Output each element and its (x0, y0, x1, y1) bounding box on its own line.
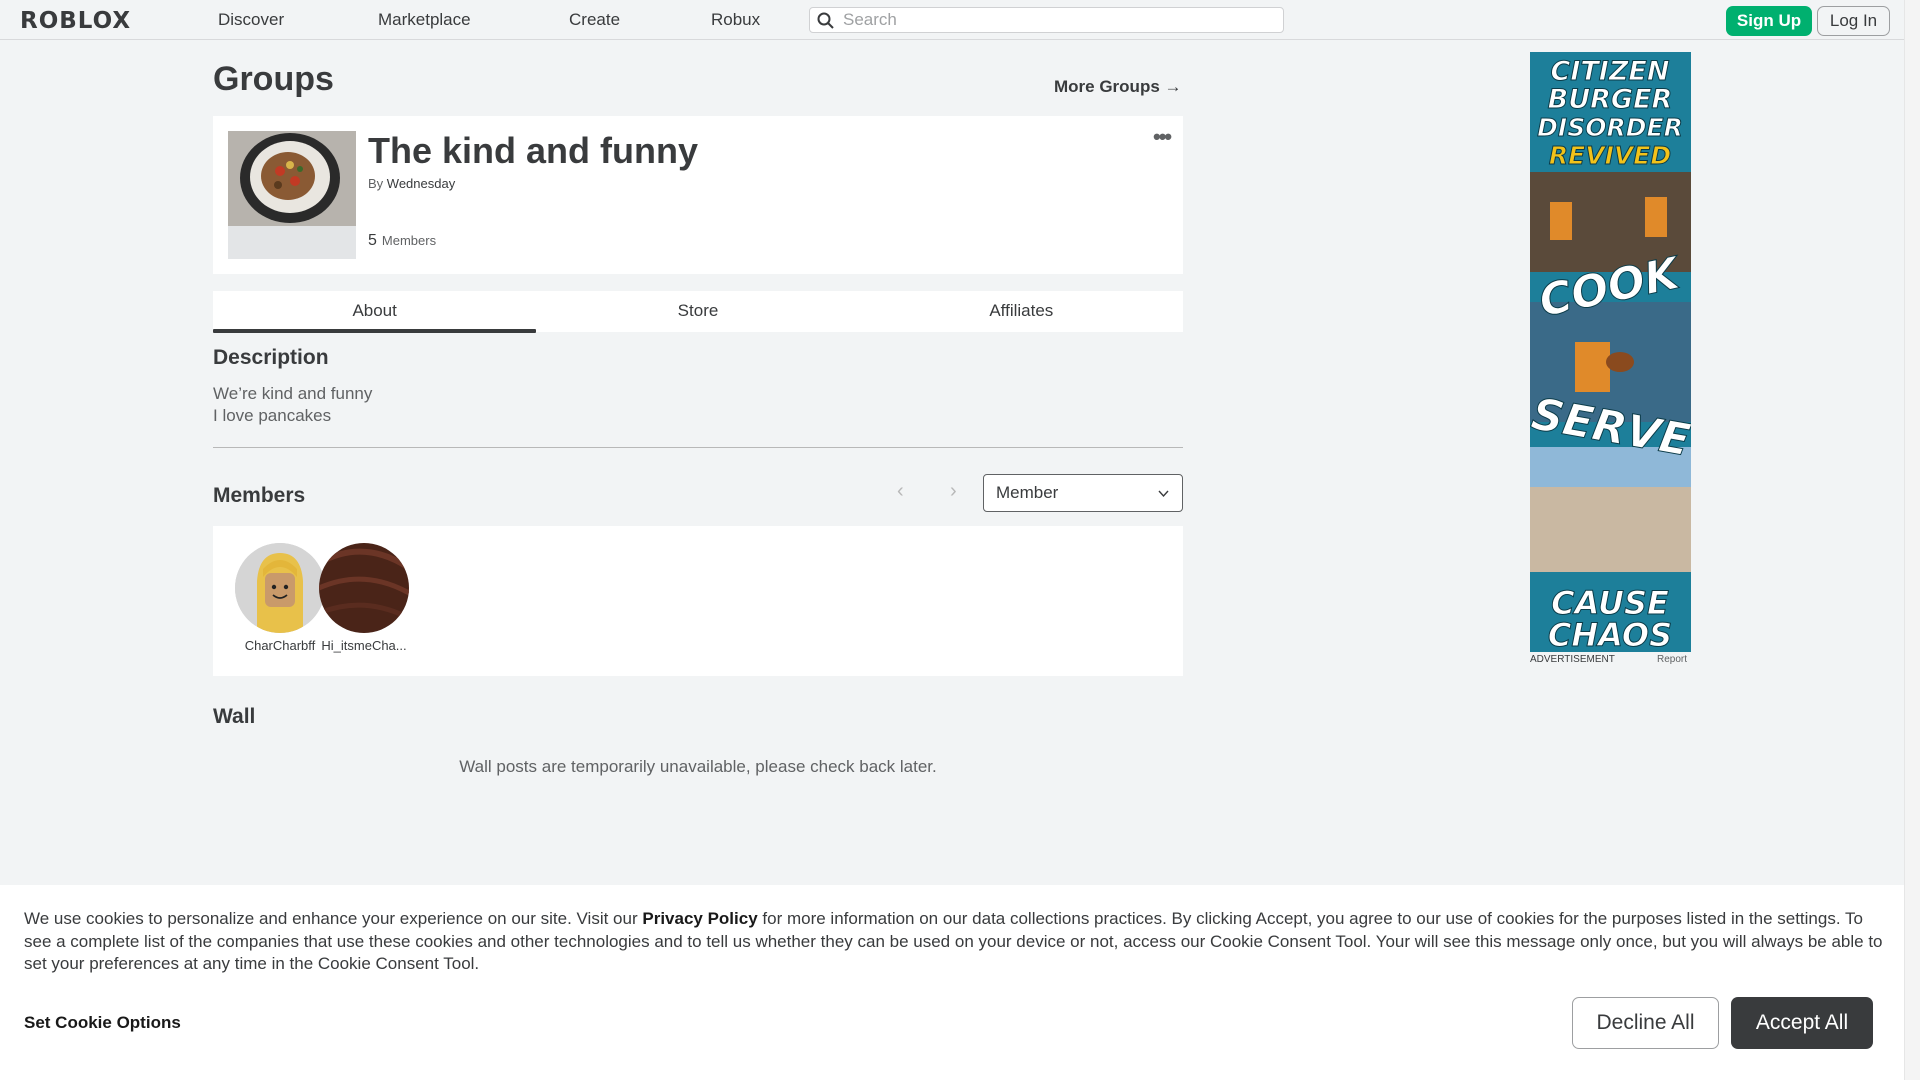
nav-marketplace[interactable]: Marketplace (378, 10, 471, 30)
section-divider (213, 447, 1183, 448)
member-name[interactable]: Hi_itsmeCha... (314, 638, 414, 653)
cookie-consent-banner: We use cookies to personalize and enhanc… (0, 885, 1904, 1080)
group-emblem-image (228, 131, 356, 259)
tab-affiliates[interactable]: Affiliates (860, 291, 1183, 332)
accept-all-button[interactable]: Accept All (1731, 997, 1873, 1049)
nav-robux[interactable]: Robux (711, 10, 760, 30)
search-box[interactable] (809, 7, 1284, 33)
description-text: We’re kind and funny I love pancakes (213, 383, 372, 427)
members-heading: Members (213, 484, 306, 507)
member-count-label: Members (381, 233, 437, 248)
more-groups-link[interactable]: More Groups → (1054, 77, 1182, 97)
more-options-icon[interactable]: ••• (1153, 124, 1172, 150)
ad-line: REVIVED (1549, 141, 1671, 170)
previous-page-icon[interactable]: ‹ (897, 480, 904, 503)
nav-discover[interactable]: Discover (218, 10, 284, 30)
description-heading: Description (213, 346, 329, 369)
decline-all-button[interactable]: Decline All (1572, 997, 1719, 1049)
owner-by-label: By (368, 176, 384, 191)
members-list: CharCharbff Hi_itsmeCha... (213, 526, 1183, 676)
wall-unavailable-message: Wall posts are temporarily unavailable, … (459, 757, 937, 776)
advertisement-banner[interactable]: CITIZEN BURGER DISORDER REVIVED COOK SER… (1530, 52, 1691, 652)
cookie-text-start: We use cookies to personalize and enhanc… (24, 909, 643, 928)
member-card[interactable]: Hi_itsmeCha... (314, 543, 414, 653)
member-count: 5 Members (368, 232, 436, 250)
page-title: Groups (213, 60, 334, 98)
wall-heading: Wall (213, 705, 256, 728)
description-line: We’re kind and funny (213, 384, 373, 403)
set-cookie-options-link[interactable]: Set Cookie Options (24, 1013, 181, 1033)
member-count-number: 5 (368, 232, 377, 249)
role-dropdown-value: Member (996, 483, 1059, 502)
ad-line: CHAOS (1548, 616, 1672, 652)
group-tabs: About Store Affiliates (213, 291, 1183, 333)
description-line: I love pancakes (213, 406, 332, 425)
search-icon (817, 12, 834, 29)
owner-name-link[interactable]: Wednesday (387, 176, 455, 191)
top-navigation-bar: ROBLOX Discover Marketplace Create Robux… (0, 0, 1904, 40)
tab-store[interactable]: Store (536, 291, 859, 332)
search-input[interactable] (843, 10, 1263, 30)
chevron-down-icon (1158, 490, 1169, 498)
role-dropdown[interactable]: Member (983, 474, 1183, 512)
roblox-logo[interactable]: ROBLOX (20, 8, 131, 34)
cookie-consent-text: We use cookies to personalize and enhanc… (24, 908, 1884, 976)
tab-about[interactable]: About (213, 291, 537, 333)
ad-caption: ADVERTISEMENT (1530, 654, 1615, 665)
privacy-policy-link[interactable]: Privacy Policy (642, 909, 757, 928)
ad-line: CITIZEN (1551, 56, 1670, 87)
avatar[interactable] (319, 543, 409, 633)
group-owner: By Wednesday (368, 176, 455, 191)
sign-up-button[interactable]: Sign Up (1726, 6, 1812, 36)
ad-line: DISORDER (1537, 113, 1683, 142)
avatar[interactable] (235, 543, 325, 633)
ad-line: BURGER (1548, 84, 1673, 115)
group-name: The kind and funny (368, 130, 698, 171)
next-page-icon[interactable]: › (950, 480, 957, 503)
ad-report-link[interactable]: Report (1657, 654, 1687, 665)
page-scrollbar[interactable] (1904, 0, 1920, 1080)
nav-create[interactable]: Create (569, 10, 620, 30)
group-header-card: The kind and funny By Wednesday 5 Members… (213, 116, 1183, 274)
log-in-button[interactable]: Log In (1817, 6, 1890, 36)
